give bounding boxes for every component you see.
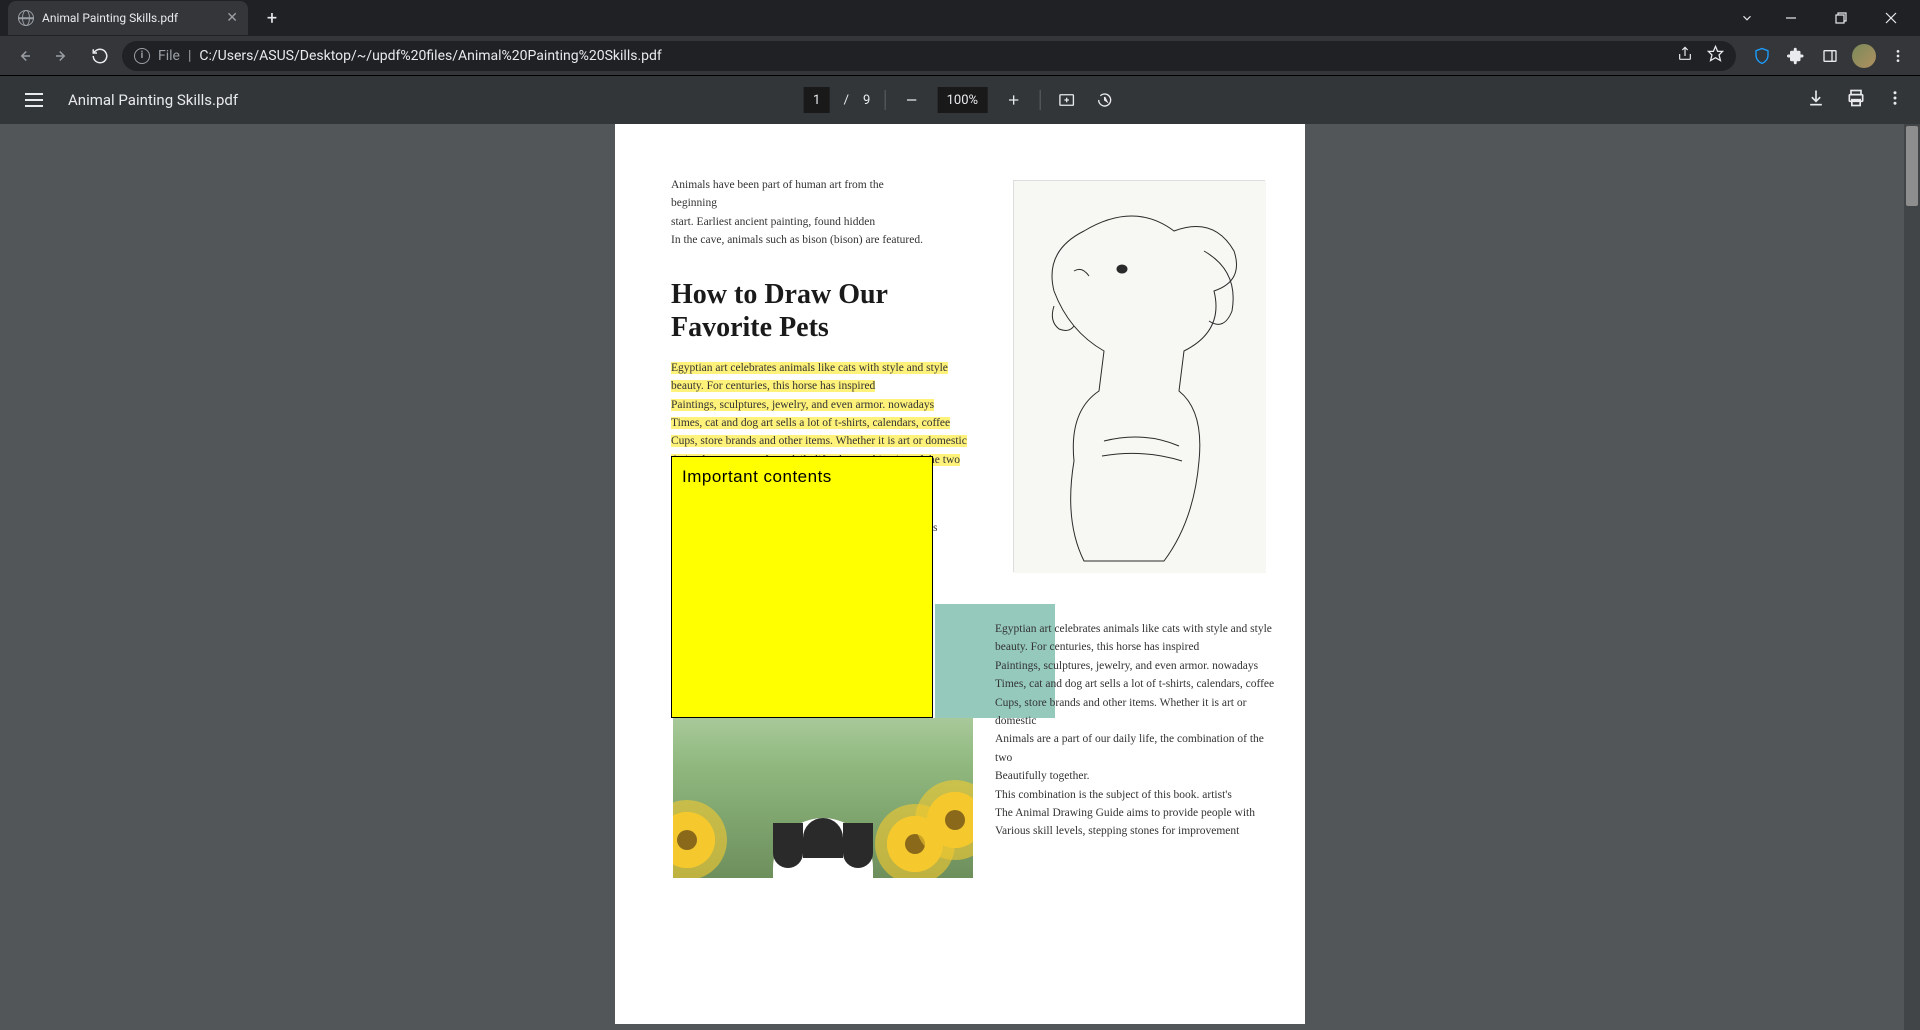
sidepanel-icon[interactable]	[1816, 42, 1844, 70]
intro-paragraph: Animals have been part of human art from…	[671, 176, 931, 250]
text-line: start. Earliest ancient painting, found …	[671, 213, 931, 231]
sticky-note-annotation[interactable]: Important contents	[671, 456, 933, 718]
text-line: Paintings, sculptures, jewelry, and even…	[671, 399, 934, 411]
tab-strip: Animal Painting Skills.pdf ✕ +	[0, 0, 1920, 36]
zoom-level[interactable]: 100%	[937, 87, 987, 113]
close-tab-button[interactable]: ✕	[226, 10, 238, 26]
hamburger-icon	[25, 93, 43, 107]
heading-line: How to Draw Our	[671, 278, 911, 312]
pdf-menu-button[interactable]	[16, 82, 52, 118]
pdf-filename: Animal Painting Skills.pdf	[68, 91, 238, 109]
browser-toolbar: i File | C:/Users/ASUS/Desktop/~/updf%20…	[0, 36, 1920, 76]
forward-button[interactable]	[46, 40, 78, 72]
address-bar[interactable]: i File | C:/Users/ASUS/Desktop/~/updf%20…	[122, 41, 1736, 71]
text-line: Animals are a part of our daily life, th…	[995, 730, 1279, 767]
globe-icon	[18, 10, 34, 26]
dog-photo-image	[673, 718, 973, 878]
document-heading: How to Draw Our Favorite Pets	[671, 278, 911, 345]
pdf-page-area[interactable]: Animals have been part of human art from…	[0, 124, 1920, 1030]
download-button[interactable]	[1806, 88, 1826, 112]
tab-title: Animal Painting Skills.pdf	[42, 11, 218, 25]
site-info-icon[interactable]: i	[134, 48, 150, 64]
text-line: Egyptian art celebrates animals like cat…	[995, 620, 1279, 638]
text-line: Paintings, sculptures, jewelry, and even…	[995, 657, 1279, 675]
url-scheme-label: File	[158, 48, 180, 64]
browser-menu-button[interactable]	[1884, 42, 1912, 70]
sticky-note-text: Important contents	[682, 467, 832, 486]
back-button[interactable]	[8, 40, 40, 72]
cutoff-text-fragment: s	[933, 522, 937, 534]
dog-sketch-image	[1013, 180, 1265, 572]
pdf-viewer-toolbar: Animal Painting Skills.pdf 1 / 9 100%	[0, 76, 1920, 124]
text-line: Animals have been part of human art from…	[671, 176, 931, 213]
profile-avatar[interactable]	[1850, 42, 1878, 70]
right-column-paragraph: Egyptian art celebrates animals like cat…	[995, 620, 1279, 841]
separator	[1039, 90, 1040, 110]
shield-extension-icon[interactable]	[1748, 42, 1776, 70]
url-text: C:/Users/ASUS/Desktop/~/updf%20files/Ani…	[199, 48, 661, 64]
page-number-input[interactable]: 1	[804, 87, 830, 113]
avatar	[1852, 44, 1876, 68]
new-tab-button[interactable]: +	[258, 4, 286, 32]
pdf-page: Animals have been part of human art from…	[615, 124, 1305, 1024]
tab-search-button[interactable]	[1730, 2, 1764, 34]
scrollbar[interactable]	[1904, 124, 1920, 1030]
text-line: This combination is the subject of this …	[995, 786, 1279, 804]
url-separator: |	[188, 48, 191, 64]
reload-button[interactable]	[84, 40, 116, 72]
text-line: beauty. For centuries, this horse has in…	[995, 638, 1279, 656]
scrollbar-thumb[interactable]	[1906, 126, 1918, 206]
bookmark-icon[interactable]	[1707, 45, 1724, 66]
text-line: Cups, store brands and other items. Whet…	[995, 694, 1279, 731]
separator	[884, 90, 885, 110]
text-line: beauty. For centuries, this horse has in…	[671, 380, 875, 392]
zoom-in-button[interactable]	[1001, 88, 1025, 112]
minimize-button[interactable]	[1768, 2, 1814, 34]
text-line: Egyptian art celebrates animals like cat…	[671, 362, 948, 374]
text-line: Beautifully together.	[995, 767, 1279, 785]
total-pages: 9	[863, 93, 870, 108]
print-button[interactable]	[1846, 88, 1866, 112]
page-separator: /	[844, 93, 849, 108]
zoom-out-button[interactable]	[899, 88, 923, 112]
extensions-icon[interactable]	[1782, 42, 1810, 70]
fit-to-page-button[interactable]	[1054, 88, 1078, 112]
rotate-button[interactable]	[1092, 88, 1116, 112]
heading-line: Favorite Pets	[671, 311, 911, 345]
text-line: Times, cat and dog art sells a lot of t-…	[671, 417, 950, 429]
text-line: The Animal Drawing Guide aims to provide…	[995, 804, 1279, 822]
browser-tab[interactable]: Animal Painting Skills.pdf ✕	[8, 1, 248, 35]
text-line: Various skill levels, stepping stones fo…	[995, 822, 1279, 840]
close-window-button[interactable]	[1868, 2, 1914, 34]
text-line: Times, cat and dog art sells a lot of t-…	[995, 675, 1279, 693]
share-icon[interactable]	[1677, 46, 1693, 66]
text-line: Cups, store brands and other items. Whet…	[671, 435, 967, 447]
maximize-button[interactable]	[1818, 2, 1864, 34]
pdf-more-button[interactable]	[1886, 89, 1904, 111]
window-controls	[1730, 2, 1920, 34]
text-line: In the cave, animals such as bison (biso…	[671, 231, 931, 249]
